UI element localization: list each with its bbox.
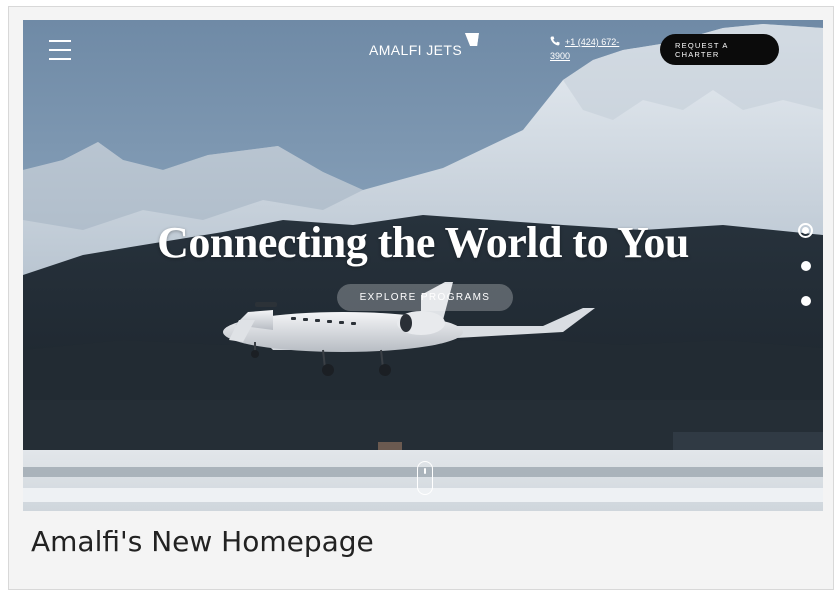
hamburger-menu-icon[interactable]	[49, 40, 71, 60]
hero-headline: Connecting the World to You	[157, 218, 689, 267]
logo-text[interactable]: AMALFI JETS	[369, 42, 462, 58]
page-caption: Amalfi's New Homepage	[31, 525, 374, 558]
slide-dot-2[interactable]	[801, 261, 811, 271]
phone-number-line-2[interactable]: 3900	[550, 51, 570, 61]
mouse-scroll-icon[interactable]	[417, 461, 433, 495]
screenshot-frame: AMALFI JETS +1 (424) 672- 3900 REQUEST A…	[8, 6, 834, 590]
triangle-logo-mark-icon	[463, 33, 479, 46]
request-charter-button[interactable]: REQUEST A CHARTER	[660, 34, 779, 65]
request-charter-label-line-1: REQUEST A	[675, 41, 729, 50]
hero-section: AMALFI JETS +1 (424) 672- 3900 REQUEST A…	[23, 20, 823, 511]
request-charter-label-line-2: CHARTER	[675, 50, 720, 59]
explore-programs-button[interactable]: EXPLORE PROGRAMS	[337, 284, 513, 311]
slide-dot-1-active[interactable]	[798, 223, 813, 238]
phone-number-line-1[interactable]: +1 (424) 672-	[565, 37, 619, 47]
phone-icon	[550, 36, 560, 46]
phone-contact[interactable]: +1 (424) 672- 3900	[550, 35, 632, 63]
slide-dot-3[interactable]	[801, 296, 811, 306]
